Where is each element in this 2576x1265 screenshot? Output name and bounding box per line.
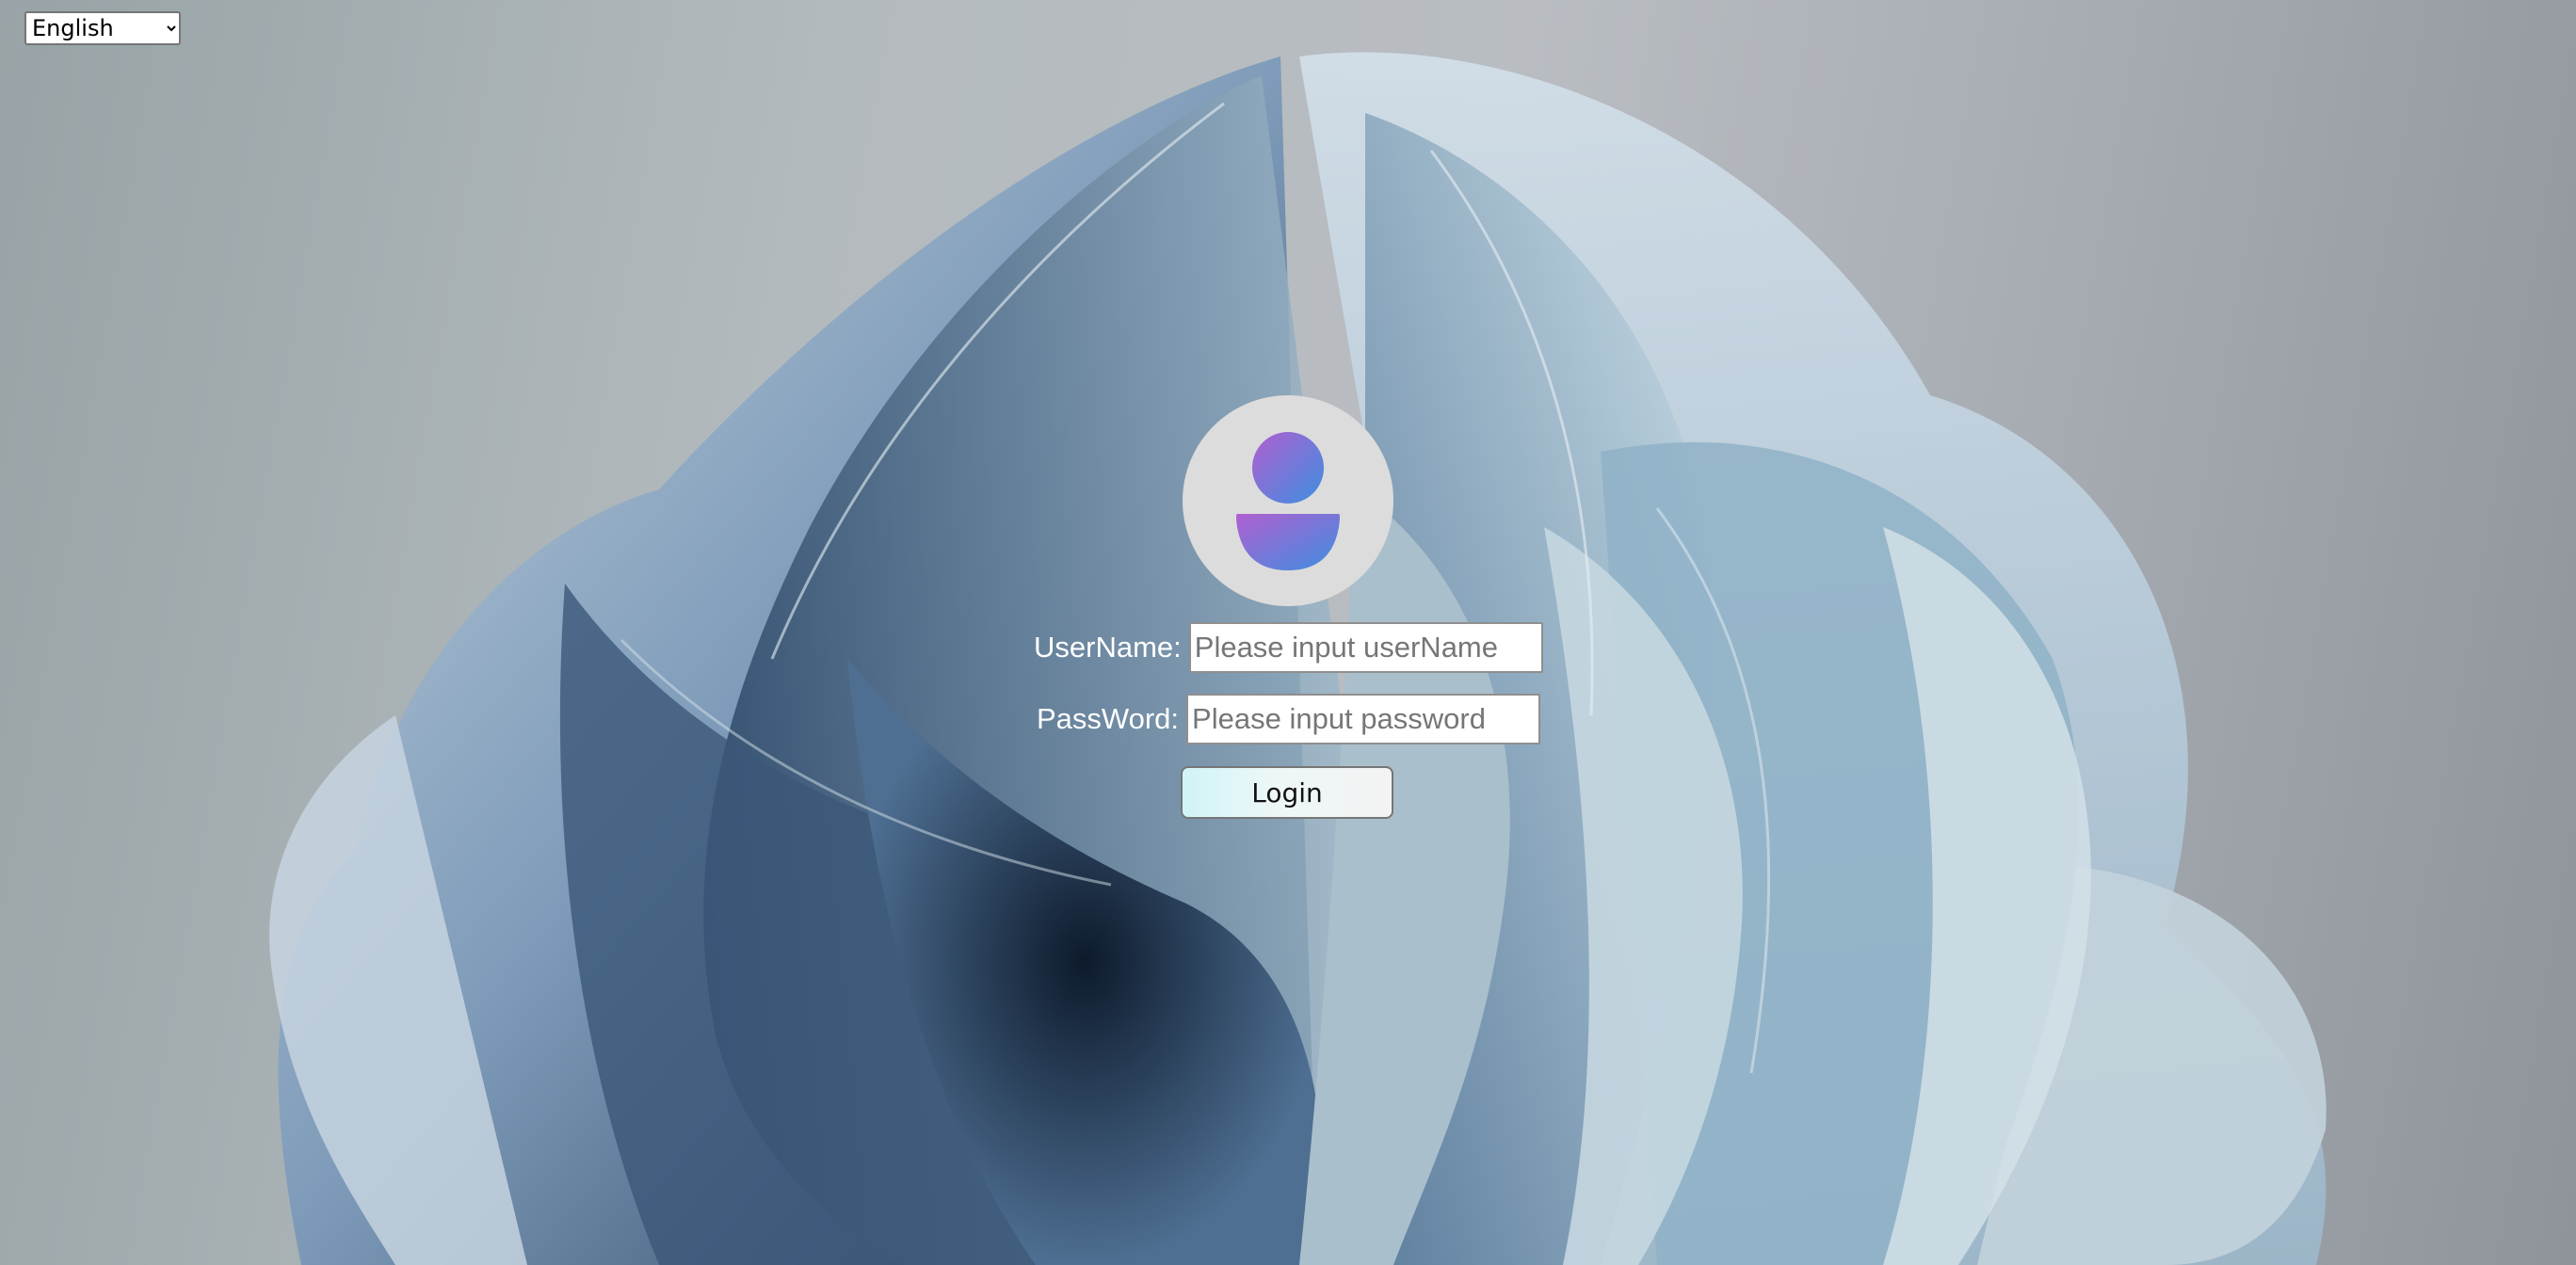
password-row: PassWord: (1037, 694, 1541, 745)
language-select[interactable]: English (24, 11, 181, 45)
username-row: UserName: (1034, 622, 1543, 673)
login-page: English UserName: PassWord: Login (0, 0, 2576, 1265)
password-label: PassWord: (1037, 702, 1180, 735)
user-avatar (1183, 395, 1393, 606)
user-avatar-icon (1236, 432, 1340, 570)
username-input[interactable] (1188, 622, 1543, 673)
password-input[interactable] (1186, 694, 1541, 745)
login-button[interactable]: Login (1181, 766, 1393, 819)
username-label: UserName: (1034, 631, 1182, 664)
